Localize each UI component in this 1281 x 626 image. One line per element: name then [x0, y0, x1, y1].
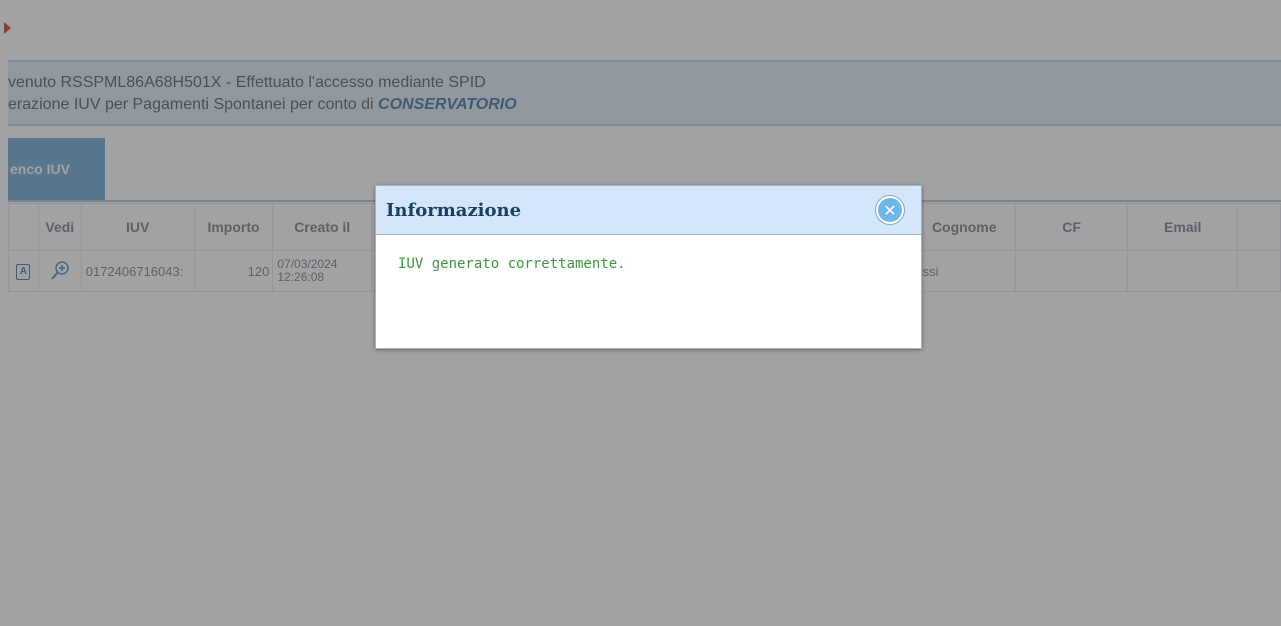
info-dialog: Informazione ✕ IUV generato correttament…	[375, 185, 922, 349]
dialog-message: IUV generato correttamente.	[398, 256, 626, 272]
dialog-header: Informazione ✕	[376, 186, 921, 235]
dialog-title: Informazione	[386, 200, 522, 221]
close-icon[interactable]: ✕	[876, 196, 904, 224]
